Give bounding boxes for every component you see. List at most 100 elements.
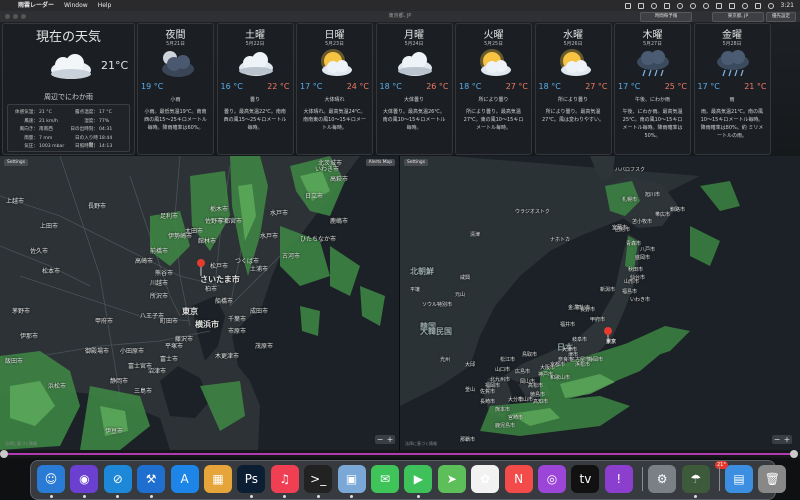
low-temp: 18 °C xyxy=(459,82,482,91)
facetime-icon[interactable]: ▶ xyxy=(404,465,433,493)
location-select[interactable]: 東京都, JP xyxy=(712,12,764,22)
map-city-label: 沼津市 xyxy=(148,368,167,375)
finder-icon[interactable]: ☺ xyxy=(37,465,65,493)
map-city-label: 広島市 xyxy=(515,369,531,375)
terminal-icon[interactable]: >_ xyxy=(304,465,333,493)
forecast-day-card[interactable]: 水曜 5月26日 18 °C 27 °C 所により曇り 所により曇り。最高気温27℃。風は… xyxy=(534,23,612,155)
national-radar-map[interactable]: 北朝鮮 韓国 日本 大韓民国 平壌 ソウル特別市 ウラジオストク 札幌市 仙台市 東京 大阪市 名古屋… xyxy=(400,156,800,450)
battery-icon[interactable] xyxy=(728,2,735,9)
map-city-label: 茂原市 xyxy=(255,343,274,350)
map-city-label: ウラジオストク xyxy=(515,209,550,215)
current-temperature: 21°C xyxy=(101,59,129,72)
display-icon[interactable] xyxy=(637,2,644,9)
details-row: 風速： 21 km/h 湿度： 77% xyxy=(8,118,129,125)
zoom-in-button[interactable]: + xyxy=(385,435,395,444)
running-indicator xyxy=(350,495,354,498)
forecast-day-card[interactable]: 金曜 5月28日 17 °C 21 °C 雨雨。最高気温21℃。南の風10～15キロメー… xyxy=(693,23,771,155)
zoom-out-button[interactable]: − xyxy=(375,435,385,444)
forecast-day-card[interactable]: 木曜 5月27日 17 °C 25 °C 午後、にわか雨 午後、にわか雨。最高気温25℃。… xyxy=(614,23,691,155)
preferences-button[interactable]: 優先設定 xyxy=(766,12,796,22)
appletv-icon[interactable]: tv xyxy=(571,465,600,493)
zoom-controls: − + xyxy=(772,435,792,444)
map-city-label: 北九州市 xyxy=(490,377,511,383)
timeline-track[interactable] xyxy=(4,453,792,455)
downloads-folder-icon[interactable]: ▤ xyxy=(725,465,753,493)
sun-cloud-icon xyxy=(559,49,591,76)
low-temp: 19 °C xyxy=(141,82,164,91)
appstore-icon[interactable]: A xyxy=(170,465,199,493)
details-row: 風向き： 南南西 日の出時刻： 04:31 xyxy=(8,126,129,133)
screen-icon[interactable] xyxy=(624,2,631,9)
preview-icon[interactable]: ▣ xyxy=(337,465,366,493)
map-city-label: 札幌市 xyxy=(622,197,638,203)
day-condition: 大体晴れ xyxy=(324,97,345,103)
launchpad-icon[interactable]: ▦ xyxy=(204,465,232,493)
day-date: 5月26日 xyxy=(563,42,583,47)
safari-icon[interactable]: ⊘ xyxy=(103,465,132,493)
settings-button[interactable]: Settings xyxy=(404,159,429,166)
timeline-start-handle[interactable] xyxy=(0,450,8,458)
alerts-map-button[interactable]: Alerts Map xyxy=(365,159,395,166)
system-preferences-icon[interactable]: ⚙ xyxy=(648,465,677,493)
forecast-day-card[interactable]: 土曜 5月22日 16 °C 22 °C 曇り 曇り。最高気温22℃。南南西の風15～25… xyxy=(216,23,294,155)
siri-icon[interactable]: ◉ xyxy=(70,465,99,493)
map-city-label: 日立市 xyxy=(305,193,324,200)
siri-menu-icon[interactable] xyxy=(767,2,774,9)
hourly-forecast-button[interactable]: 時間毎予報 xyxy=(640,12,692,22)
forecast-day-card[interactable]: 日曜 5月23日 17 °C 24 °C 大体晴れ 大体晴れ。最高気温24℃。南南東の風1… xyxy=(296,23,373,155)
forecast-day-card[interactable]: 夜間 5月21日 19 °C 小雨 小雨。最低気温19℃。南南西の風15～25キロメート… xyxy=(137,23,214,155)
map-city-label: 所沢市 xyxy=(150,293,169,300)
app-menu[interactable]: 雨雲レーダー xyxy=(18,0,54,11)
regional-map-canvas[interactable] xyxy=(0,156,399,450)
details-row: 気圧： 1003 mbar 日照時間： 14:13 xyxy=(8,143,129,150)
legal-info-link[interactable]: 法律に基づく情報 xyxy=(5,441,37,447)
radar-timeline[interactable] xyxy=(0,450,800,458)
detail-value: 7 mm xyxy=(39,135,53,141)
map-city-label: 釜山 xyxy=(465,387,476,393)
play-icon[interactable] xyxy=(676,2,683,9)
news-icon[interactable]: N xyxy=(504,465,533,493)
map-city-label: 咸興 xyxy=(460,275,471,281)
forecast-day-card[interactable]: 火曜 5月25日 18 °C 27 °C 所により曇り 所により曇り。最高気温27℃。東の… xyxy=(455,23,532,155)
map-city-label: 川越市 xyxy=(150,280,169,287)
map-city-label: 秋田市 xyxy=(628,267,644,273)
window-menu[interactable]: Window xyxy=(64,0,88,11)
music-icon[interactable]: ♫ xyxy=(270,465,299,493)
help-menu[interactable]: Help xyxy=(98,0,112,11)
photos-icon[interactable]: ✿ xyxy=(471,465,500,493)
airplay-icon[interactable] xyxy=(663,2,670,9)
legal-info-link[interactable]: 法律に基づく情報 xyxy=(405,441,437,447)
menu-clock[interactable]: 3:21 xyxy=(781,0,794,11)
detail-value: 14:13 xyxy=(99,144,113,149)
cloud-icon xyxy=(238,52,273,76)
podcasts-icon[interactable]: ◎ xyxy=(538,465,566,493)
forecast-day-card[interactable]: 月曜 5月24日 18 °C 26 °C 大体曇り 大体曇り。最高気温26℃。南の風10～… xyxy=(375,23,453,155)
feedback-icon[interactable]: ! xyxy=(604,465,633,493)
xcode-icon[interactable]: ⚒ xyxy=(137,465,166,493)
detail-value: 1003 mbar xyxy=(39,144,65,149)
national-map-canvas[interactable] xyxy=(400,156,800,450)
info-icon[interactable] xyxy=(702,2,709,9)
rain-radar-icon[interactable]: ☂ xyxy=(681,465,710,493)
detail-label: 気圧： xyxy=(24,144,38,149)
clock-icon[interactable] xyxy=(650,2,657,9)
map-city-label: 山形市 xyxy=(624,279,640,285)
high-temp: 21 °C xyxy=(744,82,767,91)
messages-icon[interactable]: ✉ xyxy=(371,465,399,493)
fan-icon[interactable] xyxy=(689,2,696,9)
wifi-icon[interactable] xyxy=(715,2,722,9)
search-icon[interactable] xyxy=(741,2,748,9)
photoshop-icon[interactable]: Ps xyxy=(237,465,266,493)
map-city-label: 水戸市 xyxy=(270,210,289,217)
zoom-out-button[interactable]: − xyxy=(772,435,782,444)
detail-label: 日照時間： xyxy=(75,144,98,149)
day-condition: 所により曇り xyxy=(478,97,509,103)
map-city-label: 柏市 xyxy=(205,286,218,293)
trash-icon[interactable]: 🗑 xyxy=(758,465,787,493)
control-center-icon[interactable] xyxy=(754,2,761,9)
maps-icon[interactable]: ➤ xyxy=(437,465,466,493)
timeline-end-handle[interactable] xyxy=(790,450,798,458)
regional-radar-map[interactable]: いわき市 宇都宮市 水戸市 前橋市 高崎市 つくば市 さいたま市 川越市 所沢市 船橋市 千葉市 東京… xyxy=(0,156,399,450)
zoom-in-button[interactable]: + xyxy=(782,435,792,444)
settings-button[interactable]: Settings xyxy=(4,159,29,166)
